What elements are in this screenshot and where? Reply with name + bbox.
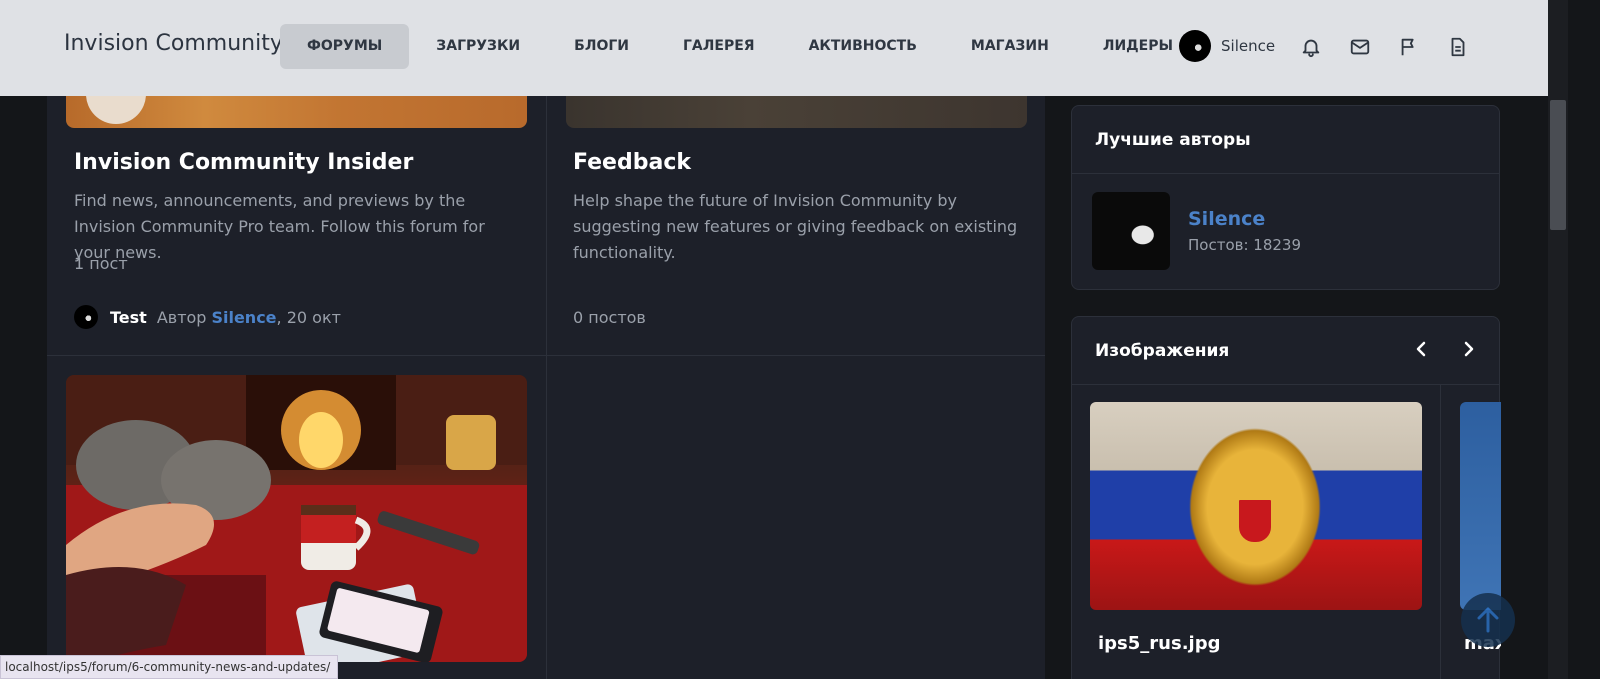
forum-insider-image[interactable] xyxy=(66,96,527,128)
grid-divider-horizontal xyxy=(47,355,1045,356)
flag-icon[interactable] xyxy=(1398,36,1420,58)
mail-icon[interactable] xyxy=(1349,36,1371,58)
arrow-up-icon xyxy=(1477,607,1499,633)
user-menu[interactable]: Silence xyxy=(1179,30,1275,62)
top-authors-title: Лучшие авторы xyxy=(1095,130,1251,150)
avatar[interactable] xyxy=(74,305,98,329)
document-icon[interactable] xyxy=(1447,36,1469,58)
gallery-image-name[interactable]: ips5_rus.jpg xyxy=(1098,633,1220,654)
forum-title-insider[interactable]: Invision Community Insider xyxy=(74,150,413,175)
nav-downloads[interactable]: ЗАГРУЗКИ xyxy=(409,24,547,69)
chevron-right-icon[interactable] xyxy=(1457,337,1481,361)
site-logo[interactable]: Invision Community xyxy=(64,31,283,56)
nav-store[interactable]: МАГАЗИН xyxy=(944,24,1076,69)
cozy-illustration xyxy=(66,375,527,662)
last-post-title[interactable]: Test xyxy=(110,308,147,327)
forum-description-insider: Find news, announcements, and previews b… xyxy=(74,191,485,262)
nav-forums[interactable]: ФОРУМЫ xyxy=(280,24,410,69)
forum-title-feedback[interactable]: Feedback xyxy=(573,150,691,175)
nav-blogs[interactable]: БЛОГИ xyxy=(547,24,656,69)
last-post-author[interactable]: Silence xyxy=(211,308,276,327)
last-post-date: , 20 окт xyxy=(276,307,341,327)
forum-feedback-image[interactable] xyxy=(566,96,1027,128)
back-to-top-button[interactable] xyxy=(1461,593,1515,647)
grid-divider-vertical xyxy=(546,96,547,679)
nav-activity[interactable]: АКТИВНОСТЬ xyxy=(782,24,944,69)
nav-gallery[interactable]: ГАЛЕРЕЯ xyxy=(656,24,782,69)
gallery-image-thumbnail[interactable] xyxy=(1090,402,1422,610)
avatar[interactable] xyxy=(1092,192,1170,270)
top-author-post-count: Постов: 18239 xyxy=(1188,236,1301,254)
forum-cozy-image[interactable] xyxy=(66,375,527,662)
site-header: Invision Community ФОРУМЫ ЗАГРУЗКИ БЛОГИ… xyxy=(0,0,1548,96)
top-author-name[interactable]: Silence xyxy=(1188,208,1265,230)
scrollbar-thumb[interactable] xyxy=(1550,100,1566,230)
user-avatar[interactable] xyxy=(1179,30,1211,62)
chevron-left-icon[interactable] xyxy=(1409,337,1433,361)
last-post-by-label: Автор xyxy=(156,307,207,327)
top-authors-widget: Лучшие авторы Silence Постов: 18239 xyxy=(1071,105,1500,290)
gallery-widget: Изображения ips5_rus.jpg max xyxy=(1071,316,1501,679)
user-name[interactable]: Silence xyxy=(1221,37,1275,55)
forum-description-feedback: Help shape the future of Invision Commun… xyxy=(573,191,1018,262)
main-nav: ФОРУМЫ ЗАГРУЗКИ БЛОГИ ГАЛЕРЕЯ АКТИВНОСТЬ… xyxy=(280,24,1200,69)
status-bar-url: localhost/ips5/forum/6-community-news-an… xyxy=(0,655,338,679)
forum-post-count-insider: 1 пост xyxy=(74,254,128,273)
forum-post-count-feedback: 0 постов xyxy=(573,308,646,327)
last-post-insider: Test Автор Silence , 20 окт xyxy=(74,305,341,329)
bell-icon[interactable] xyxy=(1300,36,1322,58)
gallery-title: Изображения xyxy=(1095,341,1230,361)
gallery-next-thumbnail[interactable] xyxy=(1460,402,1501,610)
